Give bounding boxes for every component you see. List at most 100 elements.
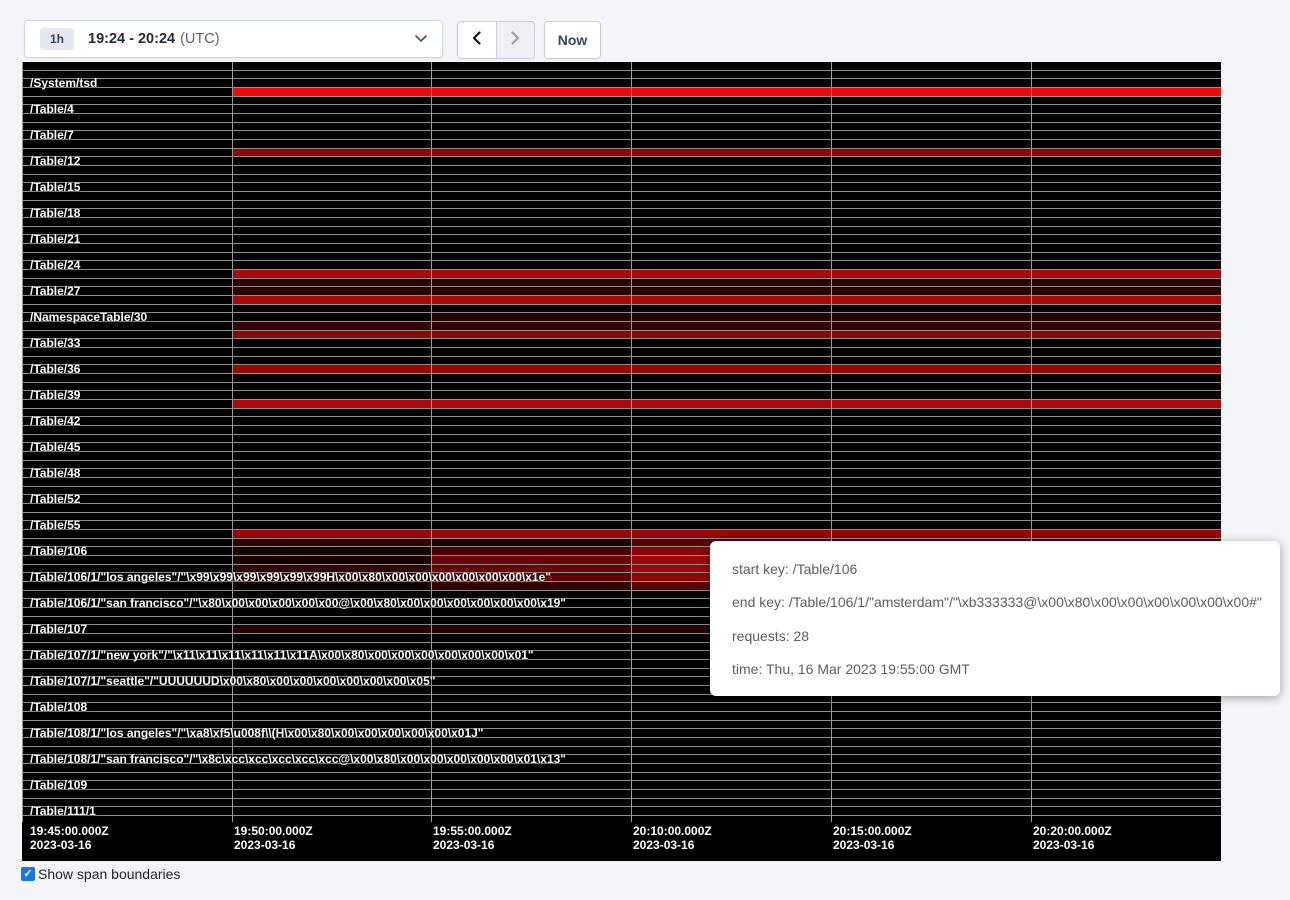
now-button-label: Now — [558, 32, 588, 48]
span-boundary-line — [22, 191, 1221, 192]
span-row-label: /Table/107/1/"seattle"/"UUUUUUD\x00\x80\… — [30, 674, 435, 688]
span-tooltip: start key: /Table/106 end key: /Table/10… — [710, 541, 1280, 696]
span-boundary-line — [22, 494, 1221, 495]
span-boundary-line — [22, 200, 1221, 201]
shift-back-button[interactable] — [458, 22, 496, 58]
date-axis-label: 2023-03-16 — [234, 838, 295, 852]
time-bucket-line — [22, 62, 23, 822]
span-row-label: /Table/33 — [30, 336, 80, 350]
span-boundary-line — [22, 113, 1221, 114]
span-boundary-line — [22, 468, 1221, 469]
span-boundary-line — [22, 295, 1221, 296]
span-boundary-line — [22, 356, 1221, 357]
span-boundary-line — [22, 746, 1221, 747]
span-row-label: /Table/108/1/"san francisco"/"\x8c\xcc\x… — [30, 752, 566, 766]
span-boundary-line — [22, 321, 1221, 322]
timezone-label: (UTC) — [180, 31, 219, 47]
show-span-boundaries-checkbox[interactable]: ✓ — [21, 867, 35, 881]
span-boundary-line — [22, 156, 1221, 157]
span-boundary-line — [22, 798, 1221, 799]
span-boundary-line — [22, 243, 1221, 244]
span-boundary-line — [22, 234, 1221, 235]
time-axis-label: 19:50:00.000Z — [234, 824, 313, 838]
span-boundary-line — [22, 789, 1221, 790]
span-boundary-line — [22, 460, 1221, 461]
span-boundary-line — [22, 416, 1221, 417]
span-boundary-line — [22, 442, 1221, 443]
span-row-label: /Table/24 — [30, 258, 80, 272]
span-boundary-line — [22, 269, 1221, 270]
span-boundary-line — [22, 486, 1221, 487]
span-boundary-line — [22, 208, 1221, 209]
span-boundary-line — [22, 772, 1221, 773]
span-boundary-line — [22, 122, 1221, 123]
span-boundary-line — [22, 312, 1221, 313]
span-row-label: /Table/48 — [30, 466, 80, 480]
span-boundary-line — [22, 96, 1221, 97]
span-boundary-line — [22, 78, 1221, 79]
shift-forward-button[interactable] — [496, 22, 535, 58]
time-axis-label: 20:10:00.000Z — [633, 824, 712, 838]
time-axis-label: 19:55:00.000Z — [433, 824, 512, 838]
span-boundary-line — [22, 104, 1221, 105]
time-axis-label: 20:20:00.000Z — [1033, 824, 1112, 838]
span-row-label: /Table/15 — [30, 180, 80, 194]
span-boundary-line — [22, 364, 1221, 365]
date-axis-label: 2023-03-16 — [30, 838, 91, 852]
span-boundary-line — [22, 451, 1221, 452]
span-boundary-line — [22, 702, 1221, 703]
span-boundary-line — [22, 503, 1221, 504]
span-row-label: /Table/106 — [30, 544, 87, 558]
span-boundary-line — [22, 720, 1221, 721]
time-axis-label: 19:45:00.000Z — [30, 824, 109, 838]
span-boundary-line — [22, 512, 1221, 513]
time-bucket-line — [431, 62, 432, 822]
time-shift-control — [457, 21, 535, 59]
span-boundary-line — [22, 165, 1221, 166]
span-row-label: /System/tsd — [30, 76, 97, 90]
show-span-boundaries-row: ✓ Show span boundaries — [21, 866, 180, 882]
checkmark-icon: ✓ — [23, 869, 32, 880]
span-boundary-line — [22, 304, 1221, 305]
tooltip-requests: requests: 28 — [732, 627, 1270, 646]
span-boundary-line — [22, 70, 1221, 71]
span-boundary-line — [22, 130, 1221, 131]
span-boundary-line — [22, 780, 1221, 781]
span-row-label: /Table/107 — [30, 622, 87, 636]
span-boundary-line — [22, 87, 1221, 88]
span-boundary-line — [22, 226, 1221, 227]
chevron-left-icon — [471, 31, 483, 50]
span-row-label: /Table/108 — [30, 700, 87, 714]
span-row-label: /Table/106/1/"san francisco"/"\x80\x00\x… — [30, 596, 566, 610]
span-boundary-line — [22, 260, 1221, 261]
span-row-label: /Table/107/1/"new york"/"\x11\x11\x11\x1… — [30, 648, 534, 662]
duration-badge: 1h — [40, 28, 74, 50]
chevron-down-icon — [415, 35, 427, 43]
span-boundary-line — [22, 347, 1221, 348]
span-boundary-line — [22, 330, 1221, 331]
span-row-label: /Table/39 — [30, 388, 80, 402]
span-row-label: /Table/111/1 — [30, 804, 96, 818]
span-boundary-line — [22, 520, 1221, 521]
time-range-selector[interactable]: 1h 19:24 - 20:24 (UTC) — [24, 20, 443, 58]
span-boundary-line — [22, 477, 1221, 478]
span-boundary-line — [22, 711, 1221, 712]
now-button[interactable]: Now — [544, 21, 601, 59]
key-visualizer-canvas[interactable]: /System/tsd/Table/4/Table/7/Table/12/Tab… — [22, 62, 1221, 861]
span-boundary-line — [22, 338, 1221, 339]
span-row-label: /Table/52 — [30, 492, 80, 506]
span-boundary-line — [22, 382, 1221, 383]
span-row-label: /Table/42 — [30, 414, 80, 428]
chevron-right-icon — [509, 31, 521, 50]
span-row-label: /Table/12 — [30, 154, 80, 168]
span-row-label: /Table/21 — [30, 232, 80, 246]
span-boundary-line — [22, 148, 1221, 149]
span-row-label: /Table/108/1/"los angeles"/"\xa8\xf5\u00… — [30, 726, 484, 740]
date-axis-label: 2023-03-16 — [633, 838, 694, 852]
span-boundary-line — [22, 139, 1221, 140]
span-boundary-line — [22, 174, 1221, 175]
time-axis-label: 20:15:00.000Z — [833, 824, 912, 838]
span-row-label: /Table/45 — [30, 440, 80, 454]
span-row-label: /Table/7 — [30, 128, 74, 142]
span-boundary-line — [22, 252, 1221, 253]
